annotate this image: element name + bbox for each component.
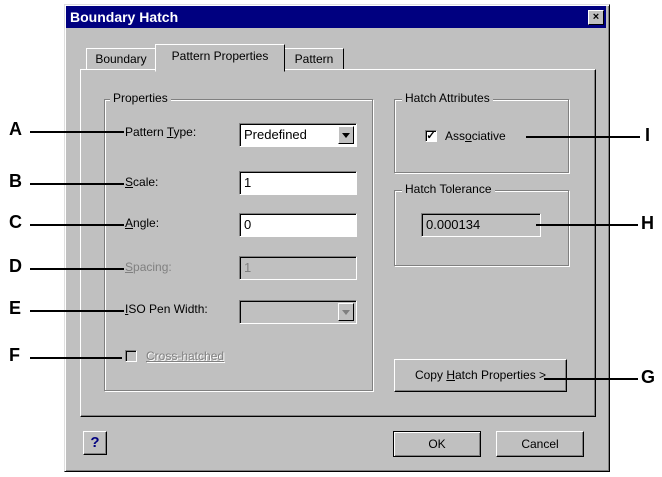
callout-c: C — [9, 212, 22, 232]
leader-line-h — [536, 224, 638, 226]
scale-input[interactable]: 1 — [239, 171, 357, 195]
pattern-type-label: Pattern Type: — [125, 125, 197, 139]
chevron-down-icon — [342, 310, 350, 315]
iso-pen-width-label: ISO Pen Width: — [125, 302, 208, 316]
tab-pattern-label: Pattern — [294, 52, 334, 66]
check-icon: ✓ — [426, 130, 436, 142]
leader-line-g — [544, 378, 638, 380]
ok-label: OK — [428, 437, 446, 451]
leader-line-i — [526, 136, 640, 138]
chevron-down-icon — [342, 133, 350, 138]
leader-line-e — [30, 310, 124, 312]
callout-h: H — [641, 213, 654, 233]
window-title: Boundary Hatch — [70, 9, 179, 25]
iso-pen-width-dropdown-button[interactable] — [338, 303, 354, 321]
callout-b: B — [9, 171, 22, 191]
tab-boundary[interactable]: Boundary — [86, 48, 156, 69]
ok-button[interactable]: OK — [393, 431, 481, 457]
leader-line-d — [30, 268, 124, 270]
properties-group-label: Properties — [110, 91, 171, 105]
callout-f: F — [9, 345, 20, 365]
tab-boundary-label: Boundary — [95, 52, 147, 66]
angle-value: 0 — [244, 217, 252, 232]
cancel-label: Cancel — [521, 437, 559, 451]
tab-pattern[interactable]: Pattern — [284, 48, 344, 69]
associative-label: Associative — [445, 129, 506, 143]
tab-pattern-properties[interactable]: Pattern Properties — [155, 44, 285, 72]
angle-input[interactable]: 0 — [239, 213, 357, 237]
close-icon: × — [592, 11, 600, 23]
hatch-attributes-group-label: Hatch Attributes — [402, 91, 493, 105]
callout-a: A — [9, 119, 22, 139]
title-bar[interactable]: Boundary Hatch — [66, 6, 606, 28]
angle-label: Angle: — [125, 216, 160, 230]
cancel-button[interactable]: Cancel — [496, 431, 584, 457]
leader-line-c — [30, 224, 124, 226]
help-icon: ? — [90, 434, 100, 451]
leader-line-f — [30, 357, 122, 359]
spacing-label: Spacing: — [125, 260, 172, 274]
help-button[interactable]: ? — [83, 431, 107, 455]
cross-hatched-checkbox[interactable] — [125, 350, 137, 362]
spacing-value: 1 — [244, 260, 252, 275]
hatch-tolerance-value: 0.000134 — [426, 217, 481, 232]
callout-d: D — [9, 256, 22, 276]
hatch-tolerance-field: 0.000134 — [421, 213, 541, 237]
leader-line-a — [30, 131, 124, 133]
copy-hatch-properties-button[interactable]: Copy Hatch Properties > — [394, 359, 567, 392]
close-button[interactable]: × — [588, 10, 604, 25]
leader-line-b — [30, 183, 124, 185]
cross-hatched-label: Cross-hatched — [146, 349, 225, 363]
copy-hatch-properties-label: Copy Hatch Properties > — [414, 368, 547, 382]
pattern-type-value: Predefined — [244, 127, 307, 142]
hatch-tolerance-group-label: Hatch Tolerance — [402, 182, 495, 196]
callout-i: I — [645, 125, 651, 145]
associative-checkbox[interactable]: ✓ — [425, 130, 437, 142]
spacing-input[interactable]: 1 — [239, 256, 357, 280]
callout-e: E — [9, 298, 22, 318]
scale-value: 1 — [244, 175, 252, 190]
pattern-type-dropdown-button[interactable] — [338, 126, 354, 144]
scale-label: Scale: — [125, 175, 159, 189]
tab-pattern-properties-label: Pattern Properties — [171, 49, 269, 63]
callout-g: G — [641, 367, 656, 387]
